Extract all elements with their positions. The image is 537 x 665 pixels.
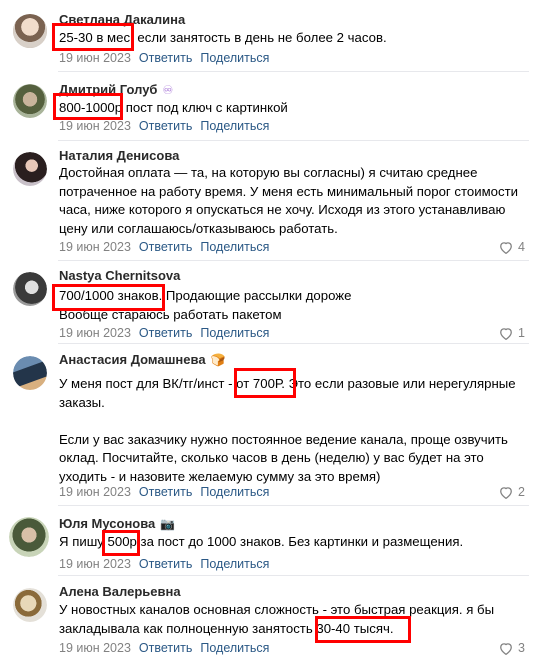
share-button[interactable]: Поделиться [200, 240, 269, 254]
divider [58, 343, 529, 344]
avatar[interactable] [13, 356, 47, 390]
comment-text: Достойная оплата — та, на которую вы сог… [59, 165, 518, 236]
share-button[interactable]: Поделиться [200, 557, 269, 571]
author-name[interactable]: Алена Валерьевна [59, 584, 181, 599]
avatar[interactable] [13, 272, 47, 306]
reply-button[interactable]: Ответить [139, 641, 192, 655]
camera-badge-icon: 📷 [160, 517, 176, 531]
like-button[interactable]: 3 [499, 641, 525, 655]
divider [58, 260, 529, 261]
avatar[interactable] [13, 152, 47, 186]
comment-date[interactable]: 19 июн 2023 [59, 326, 131, 340]
avatar[interactable] [9, 517, 49, 557]
bread-badge-icon: 🍞 [210, 353, 226, 367]
heart-icon [500, 327, 512, 340]
comment-date[interactable]: 19 июн 2023 [59, 641, 131, 655]
divider [58, 575, 529, 576]
highlight-box [315, 616, 411, 643]
reply-button[interactable]: Ответить [139, 240, 192, 254]
comment-meta: 19 июн 2023 Ответить Поделиться [59, 51, 269, 65]
like-count: 4 [518, 240, 525, 254]
highlight-box [102, 530, 140, 556]
comment-date[interactable]: 19 июн 2023 [59, 119, 131, 133]
like-count: 3 [518, 641, 525, 655]
highlight-box [52, 284, 165, 311]
reply-button[interactable]: Ответить [139, 557, 192, 571]
comment-date[interactable]: 19 июн 2023 [59, 240, 131, 254]
like-count: 1 [518, 326, 525, 340]
heart-icon [500, 642, 512, 655]
author-name[interactable]: Наталия Денисова [59, 148, 179, 163]
comment-meta: 19 июн 2023 Ответить Поделиться [59, 240, 269, 254]
highlight-box [52, 23, 134, 51]
share-button[interactable]: Поделиться [200, 119, 269, 133]
highlight-box [234, 368, 296, 398]
highlight-box [53, 93, 123, 120]
divider [58, 505, 529, 506]
like-count: 2 [518, 485, 525, 499]
heart-icon [500, 486, 512, 499]
reply-button[interactable]: Ответить [139, 51, 192, 65]
share-button[interactable]: Поделиться [200, 326, 269, 340]
divider [58, 71, 529, 72]
reply-button[interactable]: Ответить [139, 326, 192, 340]
like-button[interactable]: 2 [499, 485, 525, 499]
author-name[interactable]: Nastya Chernitsova [59, 268, 180, 283]
avatar[interactable] [13, 14, 47, 48]
author-name[interactable]: Юля Мусонова 📷 [59, 516, 175, 531]
comment-meta: 19 июн 2023 Ответить Поделиться [59, 485, 269, 499]
share-button[interactable]: Поделиться [200, 51, 269, 65]
reply-button[interactable]: Ответить [139, 119, 192, 133]
divider [58, 140, 529, 141]
like-button[interactable]: 4 [499, 240, 525, 254]
comment-date[interactable]: 19 июн 2023 [59, 557, 131, 571]
comment-meta: 19 июн 2023 Ответить Поделиться [59, 119, 269, 133]
share-button[interactable]: Поделиться [200, 641, 269, 655]
share-button[interactable]: Поделиться [200, 485, 269, 499]
comment-date[interactable]: 19 июн 2023 [59, 485, 131, 499]
author-name[interactable]: Анастасия Домашнева 🍞 [59, 352, 226, 367]
heart-icon [500, 241, 512, 254]
comment-text: 800-1000р пост под ключ с картинкой [59, 100, 288, 115]
avatar[interactable] [13, 84, 47, 118]
comment-text: У новостных каналов основная сложность -… [59, 602, 495, 636]
comment-meta: 19 июн 2023 Ответить Поделиться [59, 326, 269, 340]
comment-meta: 19 июн 2023 Ответить Поделиться [59, 641, 269, 655]
comment-meta: 19 июн 2023 Ответить Поделиться [59, 557, 269, 571]
comment-date[interactable]: 19 июн 2023 [59, 51, 131, 65]
infinity-badge-icon: ♾ [162, 83, 174, 97]
like-button[interactable]: 1 [499, 326, 525, 340]
reply-button[interactable]: Ответить [139, 485, 192, 499]
avatar[interactable] [13, 588, 47, 622]
